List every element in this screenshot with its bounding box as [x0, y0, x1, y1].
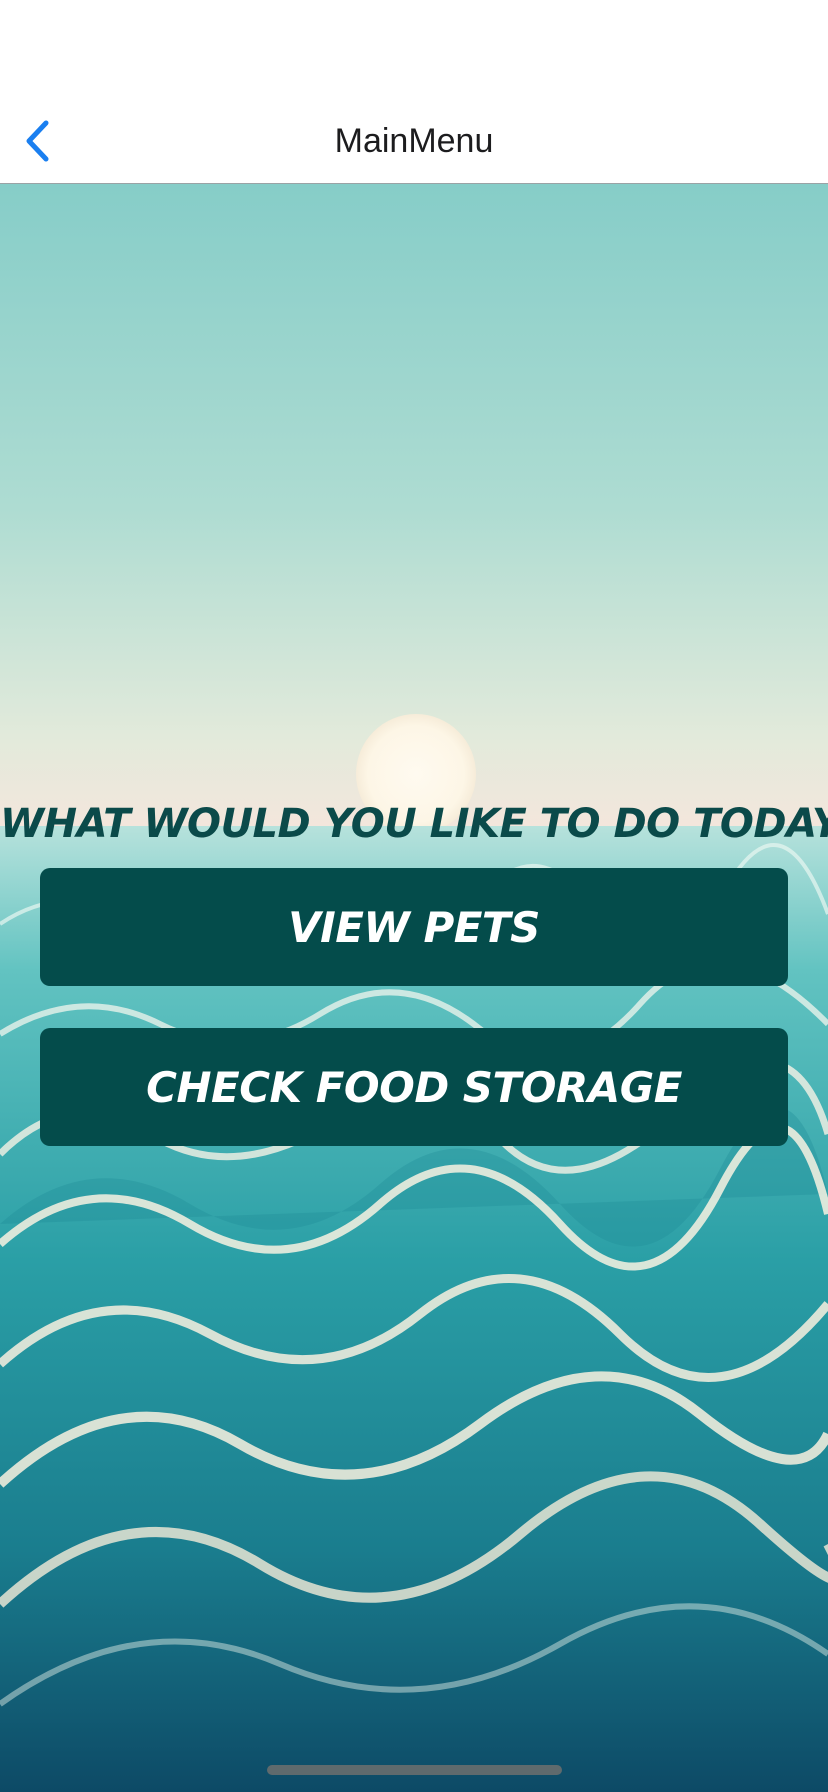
home-indicator[interactable]: [267, 1765, 562, 1775]
page-title: MainMenu: [334, 122, 494, 160]
view-pets-button[interactable]: VIEW PETS: [40, 868, 788, 986]
ocean-background-image: [0, 184, 828, 1792]
navigation-bar: MainMenu: [0, 0, 828, 184]
prompt-heading: WHAT WOULD YOU LIKE TO DO TODAY?: [0, 801, 828, 847]
check-food-storage-button[interactable]: CHECK FOOD STORAGE: [40, 1028, 788, 1146]
main-menu-screen: MainMenu WHAT WOULD YOU LIKE TO DO TODAY…: [0, 0, 828, 1792]
